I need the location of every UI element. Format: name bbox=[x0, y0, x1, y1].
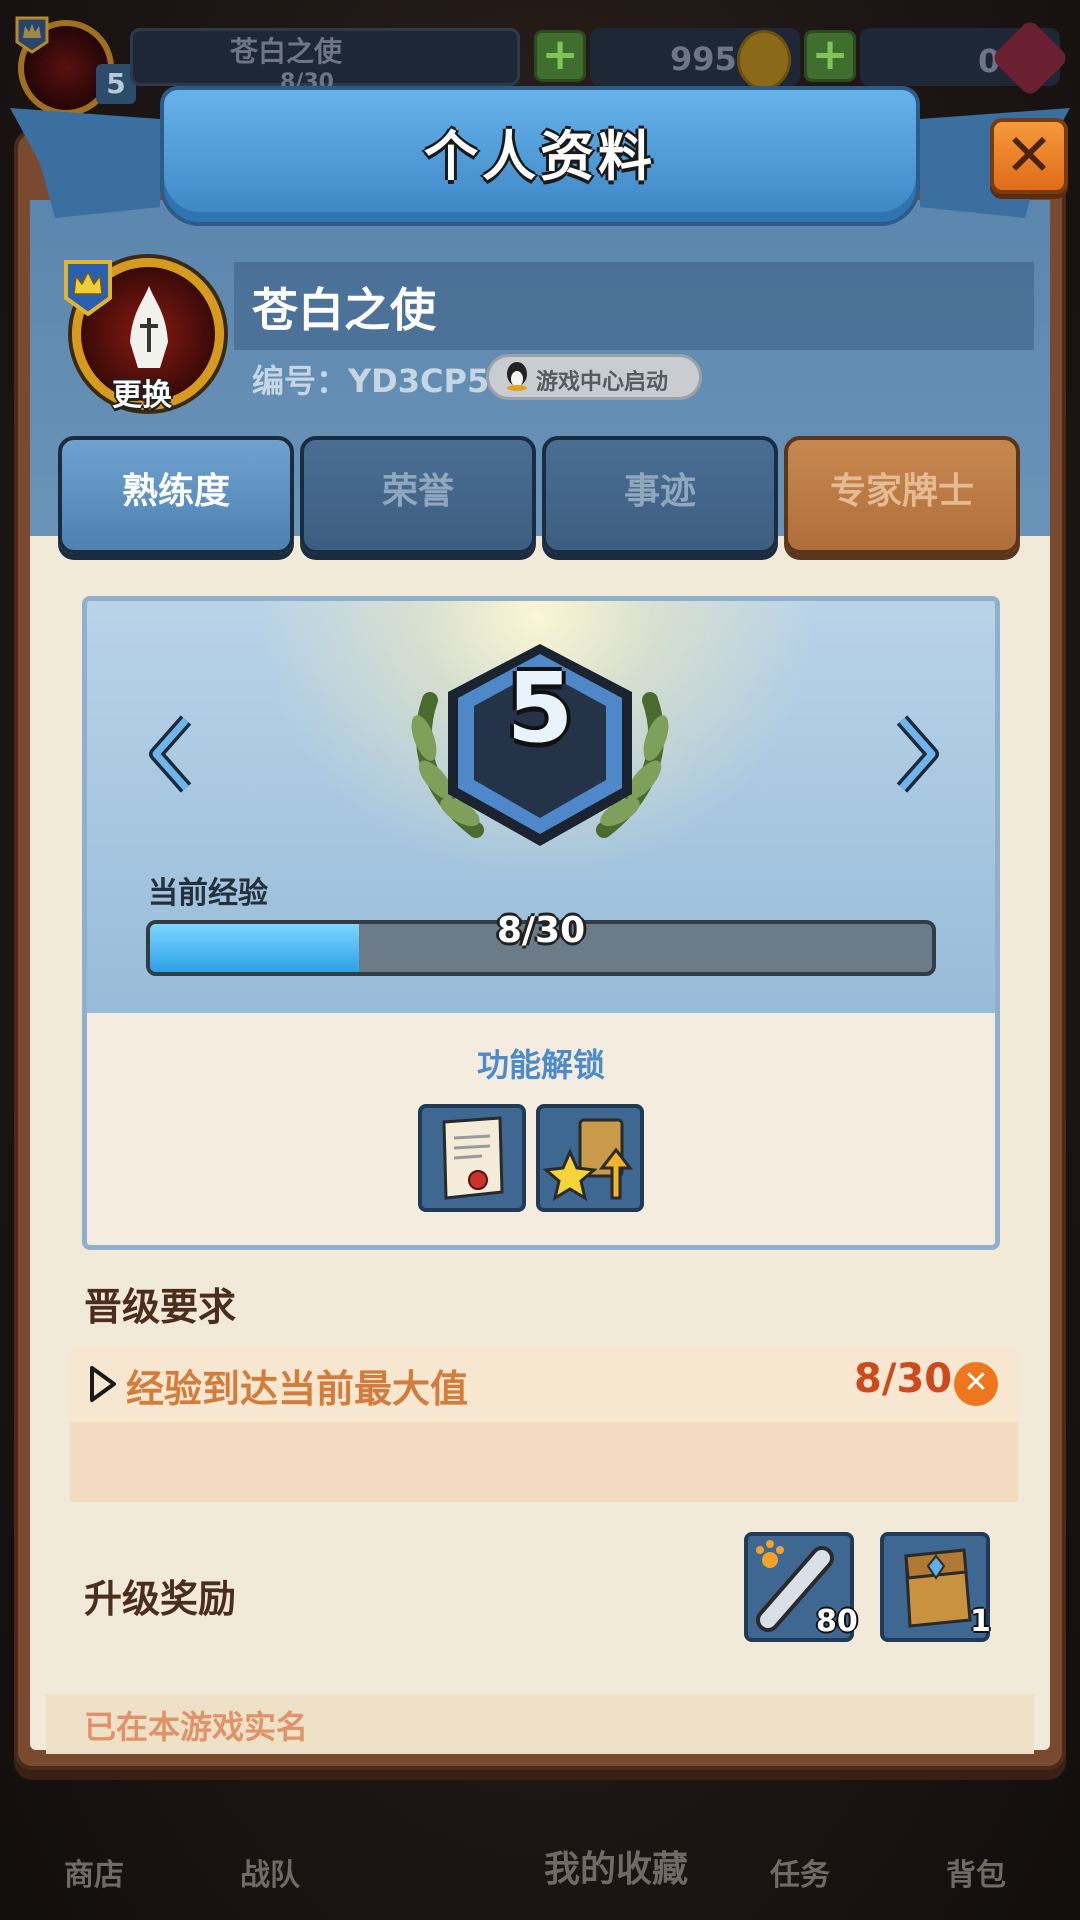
requirement-text: 经验到达当前最大值 bbox=[126, 1367, 469, 1411]
reward-count: 1 bbox=[970, 1604, 991, 1639]
chevron-right-icon[interactable] bbox=[892, 714, 940, 794]
close-icon: ✕ bbox=[1004, 121, 1054, 189]
close-button[interactable]: ✕ bbox=[990, 118, 1068, 194]
coins-value: 995 bbox=[670, 40, 737, 78]
unlock-item-scroll[interactable] bbox=[418, 1104, 526, 1212]
hud-player-name: 苍白之使 bbox=[230, 35, 343, 68]
tab-deeds[interactable]: 事迹 bbox=[542, 436, 778, 554]
nav-team[interactable]: 战队 bbox=[240, 1850, 300, 1894]
nav-bag[interactable]: 背包 bbox=[946, 1850, 1006, 1894]
play-triangle-icon bbox=[90, 1366, 116, 1402]
unlock-title: 功能解锁 bbox=[476, 1046, 605, 1084]
level-number: 5 bbox=[506, 652, 574, 764]
reward-item-card-pack[interactable]: 1 bbox=[880, 1532, 991, 1642]
exp-label: 当前经验 bbox=[148, 876, 268, 911]
requirement-progress: 8/30 bbox=[854, 1356, 953, 1402]
dialog-title: 个人资料 bbox=[424, 125, 656, 188]
crown-badge-icon bbox=[15, 16, 49, 54]
rewards-title: 升级奖励 bbox=[84, 1577, 237, 1621]
avatar-change-button[interactable]: 更换 bbox=[112, 370, 172, 414]
exp-progress-text: 8/30 bbox=[496, 910, 586, 951]
reward-count: 80 bbox=[816, 1604, 858, 1639]
nav-collection[interactable]: 我的收藏 bbox=[544, 1840, 688, 1892]
reward-item-paw-scroll[interactable]: 80 bbox=[744, 1532, 858, 1642]
add-gems-button[interactable]: + bbox=[804, 30, 856, 82]
requirement-row-empty bbox=[70, 1422, 1018, 1502]
tab-proficiency[interactable]: 熟练度 bbox=[58, 436, 294, 554]
coin-icon bbox=[737, 30, 791, 90]
player-name: 苍白之使 bbox=[252, 283, 436, 337]
chevron-left-icon[interactable] bbox=[148, 714, 196, 794]
game-center-label: 游戏中心启动 bbox=[536, 370, 669, 395]
requirements-title: 晋级要求 bbox=[84, 1285, 237, 1329]
realname-status: 已在本游戏实名 bbox=[84, 1708, 309, 1746]
scroll-icon bbox=[442, 1116, 504, 1200]
unlock-item-upgrade[interactable] bbox=[536, 1104, 644, 1212]
unmet-x-icon: ✕ bbox=[954, 1362, 998, 1406]
tab-expert[interactable]: 专家牌士 bbox=[784, 436, 1020, 554]
player-id: 编号：YD3CP5 bbox=[252, 362, 490, 400]
add-coins-button[interactable]: + bbox=[534, 30, 586, 82]
tab-honor[interactable]: 荣誉 bbox=[300, 436, 536, 554]
star-upgrade-icon bbox=[542, 1118, 634, 1202]
penguin-icon bbox=[507, 362, 527, 391]
avatar-figure-icon bbox=[130, 286, 168, 368]
nav-tasks[interactable]: 任务 bbox=[770, 1850, 830, 1894]
nav-shop[interactable]: 商店 bbox=[64, 1850, 124, 1894]
crown-badge-icon bbox=[64, 260, 112, 316]
